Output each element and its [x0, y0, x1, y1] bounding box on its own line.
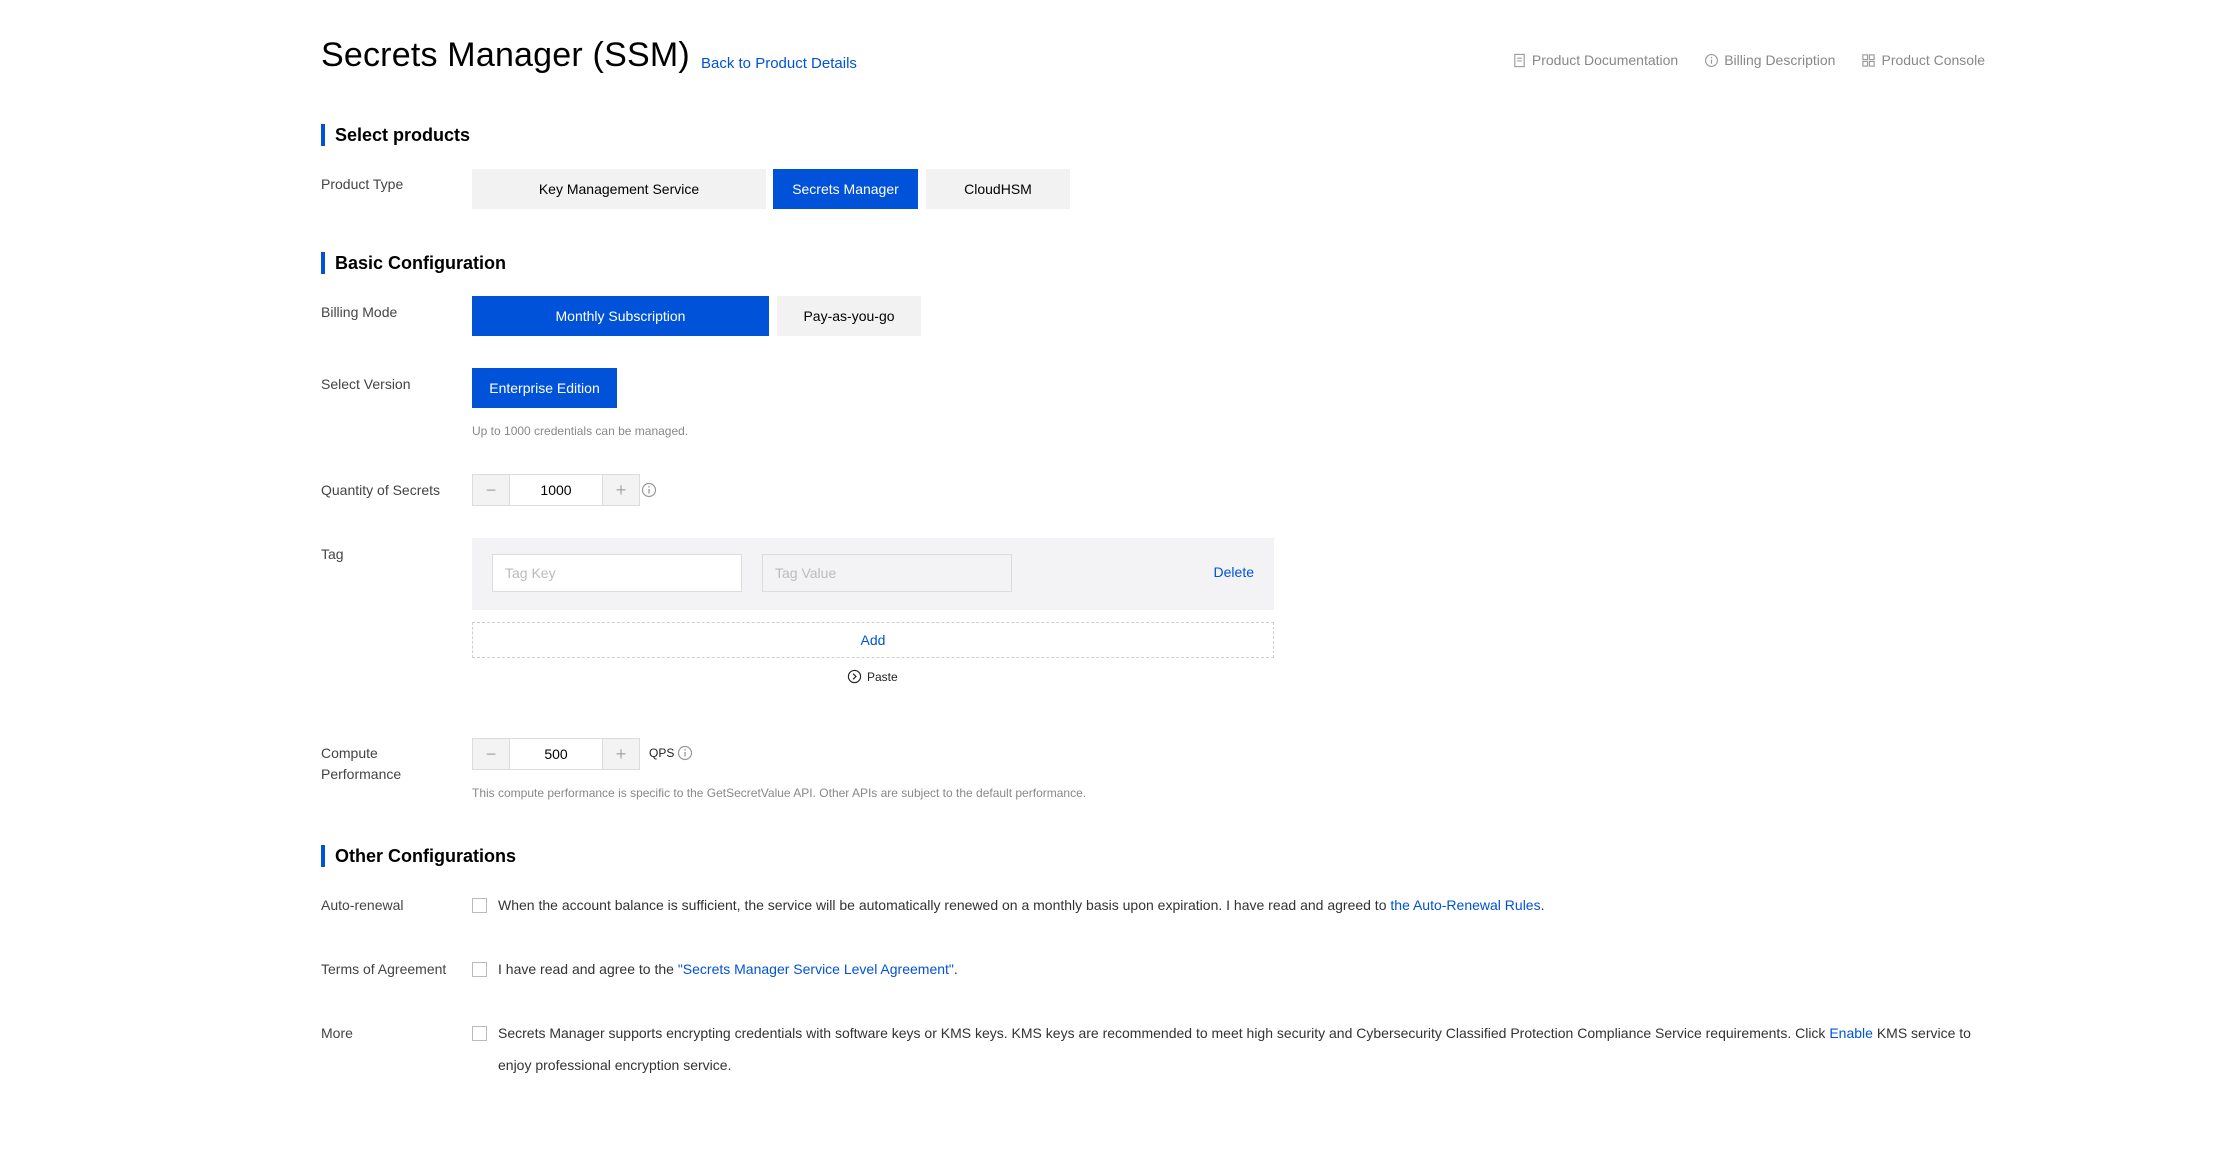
billing-mode-label: Billing Mode	[321, 304, 398, 320]
tab-key-management-service[interactable]: Key Management Service	[472, 169, 766, 209]
paste-icon	[847, 669, 862, 684]
back-to-product-details-link[interactable]: Back to Product Details	[701, 55, 857, 72]
auto-renewal-row: When the account balance is sufficient, …	[472, 889, 1612, 921]
document-icon	[1514, 53, 1525, 67]
terms-of-agreement-label: Terms of Agreement	[321, 961, 447, 977]
tab-enterprise-edition[interactable]: Enterprise Edition	[472, 368, 617, 408]
basic-configuration-heading: Basic Configuration	[321, 252, 506, 274]
qps-unit: QPS	[649, 746, 675, 760]
tag-row: Tag Key Tag Value Delete	[472, 538, 1274, 610]
decrement-button[interactable]: −	[473, 475, 509, 505]
tag-key-input[interactable]: Tag Key	[492, 554, 742, 592]
product-console-link[interactable]: Product Console	[1861, 52, 1985, 68]
compute-label-line1: Compute	[321, 745, 378, 761]
service-level-agreement-link[interactable]: "Secrets Manager Service Level Agreement…	[678, 961, 954, 977]
quantity-value[interactable]: 1000	[509, 475, 603, 505]
auto-renewal-text-block: When the account balance is sufficient, …	[498, 889, 1544, 921]
add-tag-button[interactable]: Add	[472, 622, 1274, 658]
auto-renewal-text: When the account balance is sufficient, …	[498, 897, 1387, 913]
auto-renewal-checkbox[interactable]	[472, 898, 487, 913]
terms-checkbox[interactable]	[472, 962, 487, 977]
terms-text: I have read and agree to the	[498, 961, 674, 977]
tag-value-input[interactable]: Tag Value	[762, 554, 1012, 592]
select-version-label: Select Version	[321, 376, 411, 392]
product-documentation-label: Product Documentation	[1531, 52, 1679, 68]
grid-icon	[1862, 53, 1876, 67]
auto-renewal-end: .	[1540, 897, 1545, 913]
more-text-block: Secrets Manager supports encrypting cred…	[498, 1017, 1992, 1081]
billing-description-link[interactable]: Billing Description	[1704, 52, 1835, 68]
terms-text-block: I have read and agree to the "Secrets Ma…	[498, 953, 958, 985]
compute-label-line2: Performance	[321, 766, 402, 782]
billing-description-label: Billing Description	[1724, 52, 1836, 68]
compute-hint: This compute performance is specific to …	[472, 786, 1087, 800]
add-tag-label: Add	[860, 632, 886, 648]
tab-secrets-manager[interactable]: Secrets Manager	[773, 169, 918, 209]
increment-button[interactable]: +	[603, 739, 639, 769]
more-label: More	[321, 1025, 353, 1041]
select-products-heading: Select products	[321, 124, 470, 146]
compute-performance-label: Compute Performance	[321, 743, 401, 785]
version-hint: Up to 1000 credentials can be managed.	[472, 424, 689, 438]
auto-renewal-rules-link[interactable]: the Auto-Renewal Rules	[1390, 897, 1540, 913]
page-title: Secrets Manager (SSM)	[321, 36, 690, 74]
paste-label: Paste	[867, 669, 898, 684]
quantity-of-secrets-label: Quantity of Secrets	[321, 482, 441, 498]
info-icon[interactable]	[641, 482, 657, 498]
info-icon[interactable]	[677, 745, 693, 761]
terms-row: I have read and agree to the "Secrets Ma…	[472, 953, 958, 985]
more-checkbox[interactable]	[472, 1026, 487, 1041]
decrement-button[interactable]: −	[473, 739, 509, 769]
enable-kms-link[interactable]: Enable	[1829, 1025, 1873, 1041]
compute-value[interactable]: 500	[509, 739, 603, 769]
more-row: Secrets Manager supports encrypting cred…	[472, 1017, 1992, 1081]
top-links: Product Documentation Billing Descriptio…	[1512, 52, 1985, 68]
tag-delete-button[interactable]: Delete	[1214, 564, 1254, 580]
other-configurations-heading: Other Configurations	[321, 845, 516, 867]
product-console-label: Product Console	[1881, 52, 1985, 68]
info-icon	[1705, 53, 1719, 67]
terms-end: .	[953, 961, 958, 977]
tab-monthly-subscription[interactable]: Monthly Subscription	[472, 296, 769, 336]
increment-button[interactable]: +	[603, 475, 639, 505]
product-type-label: Product Type	[321, 176, 404, 192]
tab-pay-as-you-go[interactable]: Pay-as-you-go	[777, 296, 921, 336]
paste-button[interactable]: Paste	[847, 669, 898, 684]
product-documentation-link[interactable]: Product Documentation	[1512, 52, 1678, 68]
more-text: Secrets Manager supports encrypting cred…	[498, 1025, 1826, 1041]
quantity-stepper: − 1000 +	[472, 474, 640, 506]
tag-label: Tag	[321, 546, 344, 562]
page: Secrets Manager (SSM) Back to Product De…	[0, 0, 2218, 1163]
auto-renewal-label: Auto-renewal	[321, 897, 404, 913]
tab-cloudhsm[interactable]: CloudHSM	[926, 169, 1070, 209]
compute-stepper: − 500 +	[472, 738, 640, 770]
